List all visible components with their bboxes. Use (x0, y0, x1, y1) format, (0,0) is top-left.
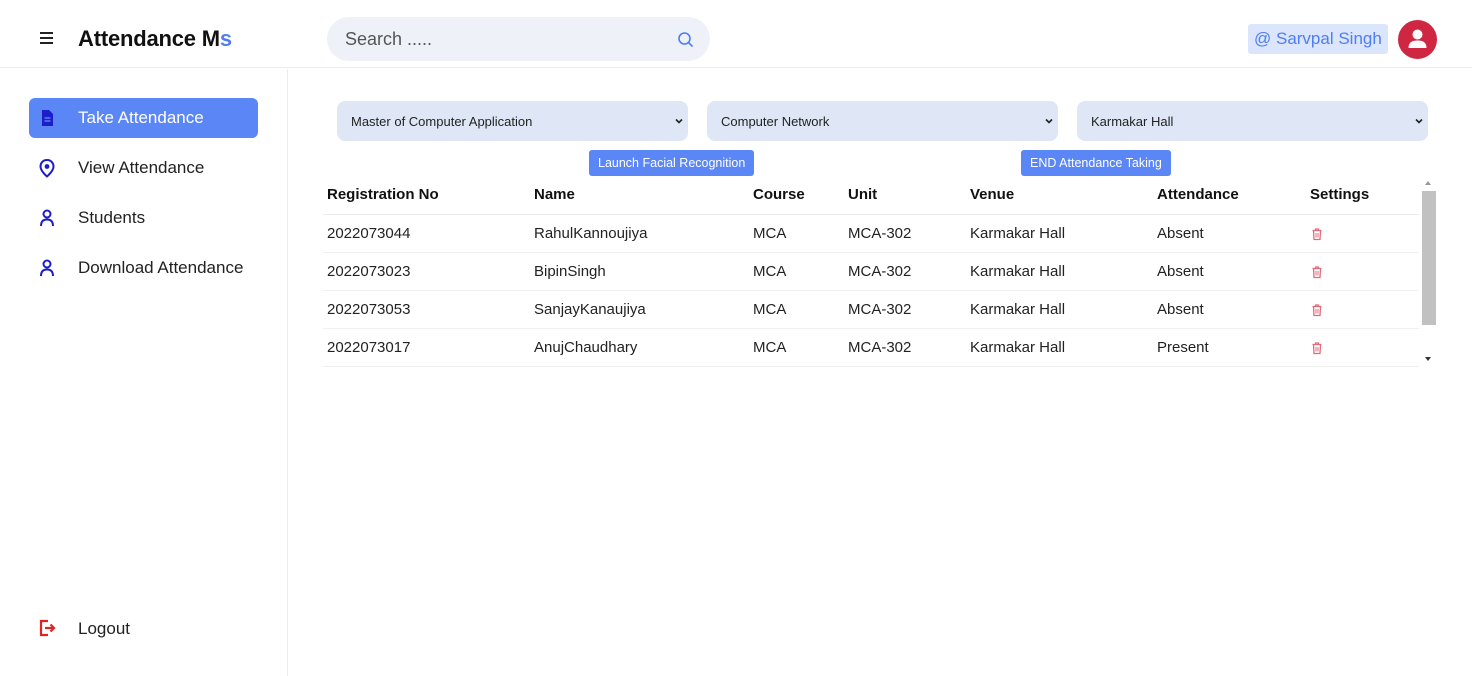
table-cell: BipinSingh (530, 252, 749, 291)
table-row: 2022073053 SanjayKanaujiya MCA MCA-302 Karma… (323, 290, 1419, 329)
table-row: 2022073023 BipinSingh MCA MCA-302 Karmakar H… (323, 252, 1419, 291)
hamburger-menu-icon[interactable] (38, 29, 58, 44)
course-select[interactable]: Master of Computer Application (337, 101, 688, 141)
table-cell: Present (1153, 328, 1306, 367)
table-cell: MCA (749, 214, 844, 253)
sidebar-item-view-attendance[interactable]: View Attendance (29, 148, 258, 188)
table-cell: MCA-302 (844, 290, 966, 329)
table-cell: MCA-302 (844, 252, 966, 291)
table-cell: MCA (749, 252, 844, 291)
user-badge[interactable]: @ Sarvpal Singh (1248, 24, 1388, 54)
app-title-main: Attendance M (78, 26, 220, 51)
trash-icon[interactable] (1310, 265, 1324, 279)
logout-label: Logout (78, 619, 130, 638)
user-avatar-icon (1408, 29, 1427, 48)
table-cell: MCA-302 (844, 214, 966, 253)
table-cell: 2022073017 (323, 328, 530, 367)
table-cell: MCA (749, 328, 844, 367)
table-cell: RahulKannoujiya (530, 214, 749, 253)
logout-button[interactable]: Logout (29, 608, 189, 648)
table-cell: 2022073023 (323, 252, 530, 291)
sidebar-item-take-attendance[interactable]: Take Attendance (29, 98, 258, 138)
table-cell: 2022073044 (323, 214, 530, 253)
table-cell: MCA (749, 290, 844, 329)
table-cell: Absent (1153, 252, 1306, 291)
column-header: Attendance (1153, 176, 1306, 215)
table-cell: Karmakar Hall (966, 214, 1153, 253)
table-header-row: Registration No Name Course Unit Venue A… (323, 176, 1419, 215)
sidebar-item-label: Take Attendance (78, 108, 204, 127)
trash-icon[interactable] (1310, 303, 1324, 317)
settings-cell (1306, 290, 1419, 329)
location-pin-icon (39, 158, 55, 178)
table-cell: AnujChaudhary (530, 328, 749, 367)
table-row: 2022073017 AnujChaudhary MCA MCA-302 Karmaka… (323, 328, 1419, 367)
top-bar: Attendance Ms @ Sarvpal Singh (0, 0, 1472, 68)
app-title-accent: s (219, 26, 232, 51)
logout-icon (39, 619, 56, 637)
search-bar (327, 17, 710, 61)
column-header: Course (749, 176, 844, 215)
settings-cell (1306, 252, 1419, 291)
table-scrollbar[interactable] (1421, 176, 1437, 368)
column-header: Unit (844, 176, 966, 215)
attendance-table: Registration No Name Course Unit Venue A… (323, 176, 1419, 367)
column-header: Registration No (323, 176, 530, 215)
scroll-up-arrow-icon[interactable] (1425, 181, 1431, 185)
avatar[interactable] (1398, 20, 1437, 59)
sidebar-item-label: Download Attendance (78, 258, 244, 277)
user-icon (40, 209, 54, 227)
table-cell: Karmakar Hall (966, 252, 1153, 291)
settings-cell (1306, 214, 1419, 253)
table-cell: 2022073053 (323, 290, 530, 329)
trash-icon[interactable] (1310, 341, 1324, 355)
unit-select[interactable]: Computer Network (707, 101, 1058, 141)
sidebar-item-students[interactable]: Students (29, 198, 258, 238)
table-cell: MCA-302 (844, 328, 966, 367)
sidebar-item-label: Students (78, 208, 146, 227)
sidebar-item-download-attendance[interactable]: Download Attendance (29, 248, 258, 288)
venue-select[interactable]: Karmakar Hall (1077, 101, 1428, 141)
sidebar-item-label: View Attendance (78, 158, 205, 177)
app-title: Attendance Ms (78, 26, 232, 52)
table-cell: Absent (1153, 214, 1306, 253)
trash-icon[interactable] (1310, 227, 1324, 241)
end-attendance-button[interactable]: END Attendance Taking (1021, 150, 1171, 176)
column-header: Venue (966, 176, 1153, 215)
scroll-down-arrow-icon[interactable] (1425, 357, 1431, 361)
column-header: Settings (1306, 176, 1419, 215)
user-icon (40, 259, 54, 277)
scrollbar-thumb[interactable] (1422, 191, 1436, 325)
table-cell: Absent (1153, 290, 1306, 329)
document-icon (42, 110, 53, 126)
column-header: Name (530, 176, 749, 215)
launch-facial-recognition-button[interactable]: Launch Facial Recognition (589, 150, 755, 176)
settings-cell (1306, 328, 1419, 367)
table-row: 2022073044 RahulKannoujiya MCA MCA-302 Karma… (323, 214, 1419, 253)
table-cell: Karmakar Hall (966, 290, 1153, 329)
table-cell: SanjayKanaujiya (530, 290, 749, 329)
search-input[interactable] (345, 27, 665, 51)
table-cell: Karmakar Hall (966, 328, 1153, 367)
search-icon[interactable] (676, 30, 696, 50)
